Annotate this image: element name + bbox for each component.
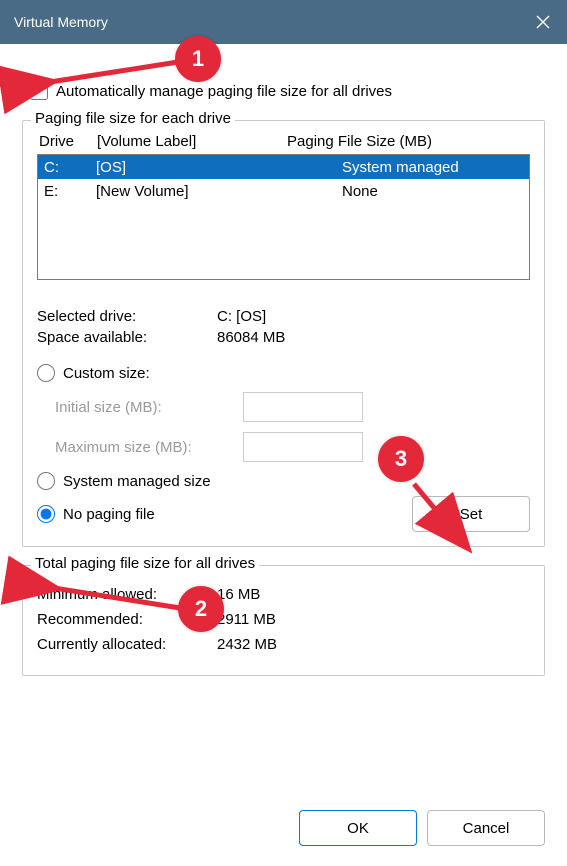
min-allowed-value: 16 MB <box>217 586 260 603</box>
recommended-value: 2911 MB <box>217 611 276 628</box>
drive-header-size: Paging File Size (MB) <box>287 133 528 150</box>
drive-cell-drive: C: <box>44 159 96 176</box>
initial-size-input[interactable] <box>243 392 363 422</box>
cancel-button[interactable]: Cancel <box>427 810 545 846</box>
auto-manage-checkbox[interactable] <box>30 82 48 100</box>
no-paging-radio[interactable] <box>37 505 55 523</box>
space-available-label: Space available: <box>37 329 217 346</box>
paging-per-drive-group: Paging file size for each drive Drive [V… <box>22 120 545 547</box>
recommended-label: Recommended: <box>37 611 217 628</box>
min-allowed-label: Minimum allowed: <box>37 586 217 603</box>
space-available-value: 86084 MB <box>217 329 285 346</box>
drive-list[interactable]: C: [OS] System managed E: [New Volume] N… <box>37 154 530 280</box>
custom-size-label: Custom size: <box>63 365 150 382</box>
maximum-size-input[interactable] <box>243 432 363 462</box>
close-icon[interactable] <box>535 14 551 30</box>
selected-drive-info: Selected drive: C: [OS] Space available:… <box>37 308 530 346</box>
auto-manage-row: Automatically manage paging file size fo… <box>30 82 545 100</box>
auto-manage-label: Automatically manage paging file size fo… <box>56 83 392 100</box>
selected-drive-value: C: [OS] <box>217 308 266 325</box>
drive-row[interactable]: E: [New Volume] None <box>38 179 529 203</box>
drive-header-volume: [Volume Label] <box>97 133 287 150</box>
initial-size-label: Initial size (MB): <box>55 399 235 416</box>
drive-cell-size: System managed <box>342 159 523 176</box>
maximum-size-label: Maximum size (MB): <box>55 439 235 456</box>
titlebar: Virtual Memory <box>0 0 567 44</box>
drive-cell-volume: [OS] <box>96 159 342 176</box>
system-managed-label: System managed size <box>63 473 211 490</box>
dialog-footer: OK Cancel <box>0 810 567 866</box>
ok-button[interactable]: OK <box>299 810 417 846</box>
set-button[interactable]: Set <box>412 496 530 532</box>
drive-cell-volume: [New Volume] <box>96 183 342 200</box>
currently-allocated-label: Currently allocated: <box>37 636 217 653</box>
total-paging-group: Total paging file size for all drives Mi… <box>22 565 545 676</box>
system-managed-radio[interactable] <box>37 472 55 490</box>
drive-row[interactable]: C: [OS] System managed <box>38 155 529 179</box>
drive-list-header: Drive [Volume Label] Paging File Size (M… <box>37 133 530 150</box>
virtual-memory-dialog: Virtual Memory Automatically manage pagi… <box>0 0 567 866</box>
paging-per-drive-legend: Paging file size for each drive <box>31 110 235 127</box>
selected-drive-label: Selected drive: <box>37 308 217 325</box>
currently-allocated-value: 2432 MB <box>217 636 277 653</box>
size-options: Custom size: Initial size (MB): Maximum … <box>37 364 530 532</box>
total-paging-legend: Total paging file size for all drives <box>31 555 259 572</box>
drive-header-drive: Drive <box>39 133 97 150</box>
custom-size-radio[interactable] <box>37 364 55 382</box>
drive-cell-drive: E: <box>44 183 96 200</box>
dialog-client-area: Automatically manage paging file size fo… <box>0 44 567 810</box>
window-title: Virtual Memory <box>14 14 108 30</box>
no-paging-label: No paging file <box>63 506 155 523</box>
drive-cell-size: None <box>342 183 523 200</box>
